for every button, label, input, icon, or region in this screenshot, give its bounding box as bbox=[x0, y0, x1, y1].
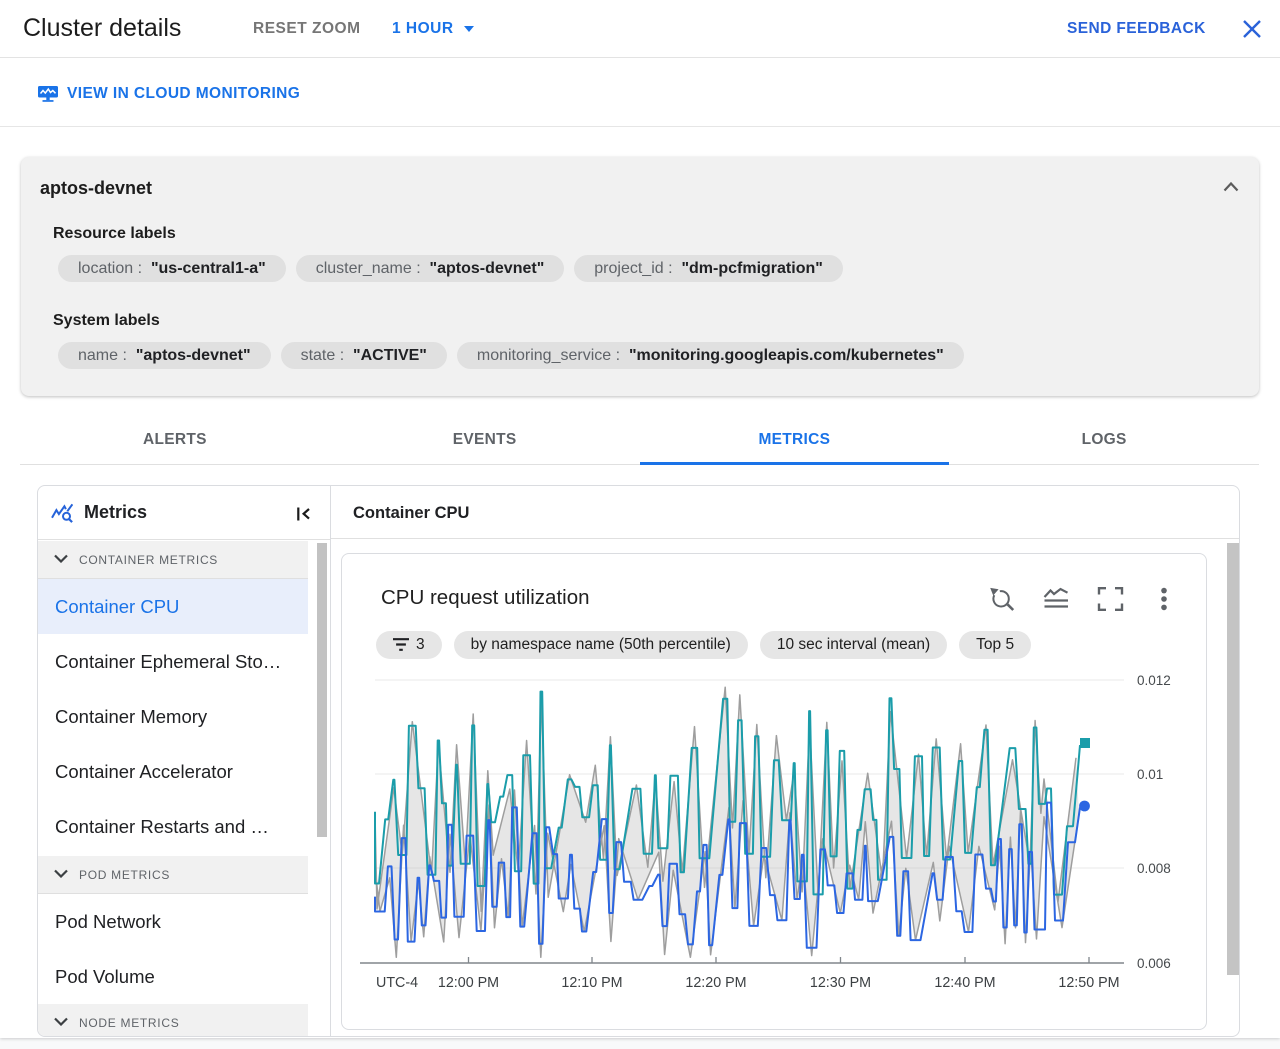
svg-text:0.006: 0.006 bbox=[1137, 956, 1171, 971]
svg-text:12:20 PM: 12:20 PM bbox=[685, 975, 746, 991]
svg-text:UTC-4: UTC-4 bbox=[376, 975, 418, 991]
svg-text:12:50 PM: 12:50 PM bbox=[1058, 975, 1119, 991]
svg-text:12:30 PM: 12:30 PM bbox=[810, 975, 871, 991]
svg-text:0.008: 0.008 bbox=[1137, 861, 1171, 876]
svg-text:12:00 PM: 12:00 PM bbox=[438, 975, 499, 991]
svg-text:0.012: 0.012 bbox=[1137, 673, 1171, 688]
svg-text:12:10 PM: 12:10 PM bbox=[561, 975, 622, 991]
svg-text:12:40 PM: 12:40 PM bbox=[934, 975, 995, 991]
svg-text:0.01: 0.01 bbox=[1137, 767, 1163, 782]
